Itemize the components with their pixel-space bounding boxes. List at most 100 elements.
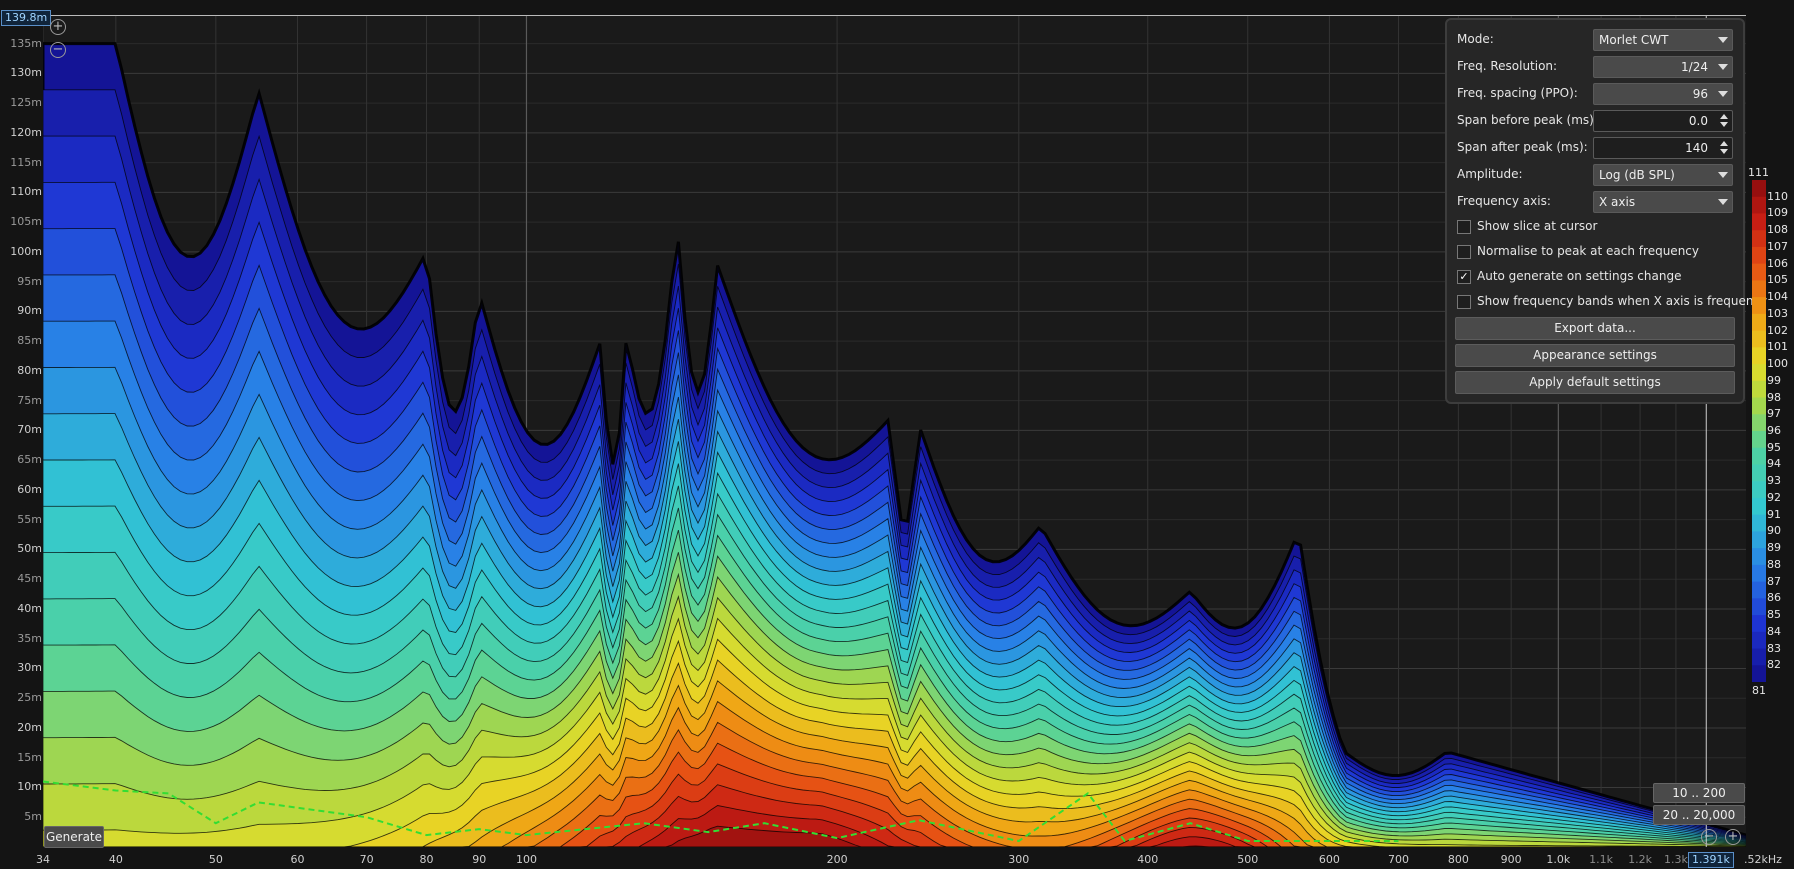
colorbar-min-label: 81 [1752, 684, 1766, 697]
zoom-in-x-icon[interactable]: + [1725, 829, 1741, 845]
y-tick-label: 130m [10, 66, 42, 80]
range-low-button[interactable]: 10 .. 200 [1653, 783, 1745, 803]
chevron-down-icon [1718, 91, 1728, 97]
x-tick-label: 40 [108, 853, 123, 866]
colorbar-segment [1752, 230, 1766, 248]
span-after-spinbox[interactable]: 140 [1593, 137, 1733, 159]
show-bands-checkbox[interactable] [1457, 295, 1471, 309]
colorbar-tick-label: 89 [1767, 541, 1781, 555]
y-tick-label: 20m [17, 720, 42, 734]
spin-up-icon[interactable] [1720, 114, 1728, 119]
y-tick-label: 90m [17, 304, 42, 318]
span-after-row: Span after peak (ms): 140 [1457, 137, 1733, 159]
colorbar-tick-label: 106 [1767, 256, 1788, 270]
colorbar-segment [1752, 297, 1766, 315]
settings-panel: Mode: Morlet CWT Freq. Resolution: 1/24 … [1445, 18, 1767, 404]
colorbar-tick-label: 99 [1767, 373, 1781, 387]
colorbar-tick-label: 98 [1767, 390, 1781, 404]
colorbar-segment [1752, 397, 1766, 415]
y-tick-label: 85m [17, 334, 42, 348]
apply-default-settings-button[interactable]: Apply default settings [1455, 371, 1735, 394]
y-tick-label: 55m [17, 512, 42, 526]
freq-spacing-select[interactable]: 96 [1593, 83, 1733, 105]
chevron-down-icon [1718, 199, 1728, 205]
x-tick-label: 1.3k [1663, 853, 1688, 866]
colorbar-tick-label: 104 [1767, 290, 1788, 304]
y-tick-label: 70m [17, 423, 42, 437]
colorbar-tick-label: 92 [1767, 490, 1781, 504]
y-tick-label: 15m [17, 750, 42, 764]
export-data-button[interactable]: Export data... [1455, 317, 1735, 340]
show-slice-checkbox[interactable] [1457, 220, 1471, 234]
y-tick-label: 105m [10, 215, 42, 229]
colorbar-segment [1752, 514, 1766, 532]
generate-button[interactable]: Generate [44, 826, 104, 848]
colorbar-segment [1752, 497, 1766, 516]
y-tick-label: 95m [17, 274, 42, 288]
mode-row: Mode: Morlet CWT [1457, 29, 1733, 51]
zoom-in-icon[interactable]: + [50, 19, 66, 35]
chevron-down-icon [1718, 37, 1728, 43]
auto-generate-checkbox[interactable]: ✓ [1457, 270, 1471, 284]
frequency-axis-value: X axis [1599, 195, 1636, 209]
x-tick-label: 90 [472, 853, 487, 866]
y-tick-label: 25m [17, 691, 42, 705]
x-tick-label: 400 [1137, 853, 1159, 866]
colorbar-segment [1752, 263, 1766, 281]
amplitude-label: Amplitude: [1457, 167, 1523, 181]
colorbar-segment [1752, 548, 1766, 566]
spin-up-icon[interactable] [1720, 141, 1728, 146]
show-bands-label: Show frequency bands when X axis is freq… [1477, 294, 1768, 308]
span-before-row: Span before peak (ms): 0.0 [1457, 110, 1733, 132]
x-tick-label: 34 [36, 853, 50, 866]
frequency-axis-select[interactable]: X axis [1593, 191, 1733, 213]
colorbar-tick-label: 107 [1767, 239, 1788, 253]
colorbar-segment [1752, 481, 1766, 499]
colorbar-segment [1752, 196, 1766, 214]
colorbar-segment [1752, 615, 1766, 633]
colorbar-segment [1752, 648, 1766, 666]
appearance-settings-button[interactable]: Appearance settings [1455, 344, 1735, 367]
colorbar-max-label: 111 [1748, 166, 1769, 179]
y-tick-label: 5m [24, 810, 42, 824]
colorbar-segment [1752, 347, 1766, 365]
colorbar-segment [1752, 330, 1766, 348]
colorbar-tick-label: 94 [1767, 457, 1781, 471]
normalise-checkbox[interactable] [1457, 245, 1471, 259]
y-tick-label: 65m [17, 453, 42, 467]
x-tick-label: 800 [1447, 853, 1469, 866]
colorbar-tick-label: 91 [1767, 507, 1781, 521]
mode-select[interactable]: Morlet CWT [1593, 29, 1733, 51]
colorbar-tick-label: 100 [1767, 357, 1788, 371]
spin-down-icon[interactable] [1720, 149, 1728, 154]
x-end-label: .52kHz [1744, 853, 1782, 866]
colorbar-tick-label: 93 [1767, 474, 1781, 488]
x-cursor-value[interactable]: 1.391k [1688, 852, 1734, 868]
span-before-spinbox[interactable]: 0.0 [1593, 110, 1733, 132]
chevron-down-icon [1718, 172, 1728, 178]
y-top-value[interactable]: 139.8m [1, 10, 52, 26]
y-tick-label: 45m [17, 572, 42, 586]
amplitude-select[interactable]: Log (dB SPL) [1593, 164, 1733, 186]
y-tick-label: 30m [17, 661, 42, 675]
colorbar-tick-label: 97 [1767, 407, 1781, 421]
range-high-button[interactable]: 20 .. 20,000 [1653, 805, 1745, 825]
colorbar-tick-label: 87 [1767, 574, 1781, 588]
mode-label: Mode: [1457, 32, 1494, 46]
colorbar [1752, 180, 1766, 682]
colorbar-tick-label: 110 [1767, 189, 1788, 203]
colorbar-segment [1752, 280, 1766, 298]
freq-resolution-select[interactable]: 1/24 [1593, 56, 1733, 78]
chevron-down-icon [1718, 64, 1728, 70]
freq-resolution-value: 1/24 [1681, 60, 1708, 74]
y-tick-label: 40m [17, 601, 42, 615]
zoom-out-x-icon[interactable]: − [1701, 829, 1717, 845]
auto-generate-label: Auto generate on settings change [1477, 269, 1682, 283]
y-tick-label: 120m [10, 125, 42, 139]
x-tick-label: 200 [826, 853, 848, 866]
colorbar-tick-label: 90 [1767, 524, 1781, 538]
zoom-out-icon[interactable]: − [50, 42, 66, 58]
colorbar-tick-label: 101 [1767, 340, 1788, 354]
colorbar-segment [1752, 313, 1766, 332]
spin-down-icon[interactable] [1720, 122, 1728, 127]
